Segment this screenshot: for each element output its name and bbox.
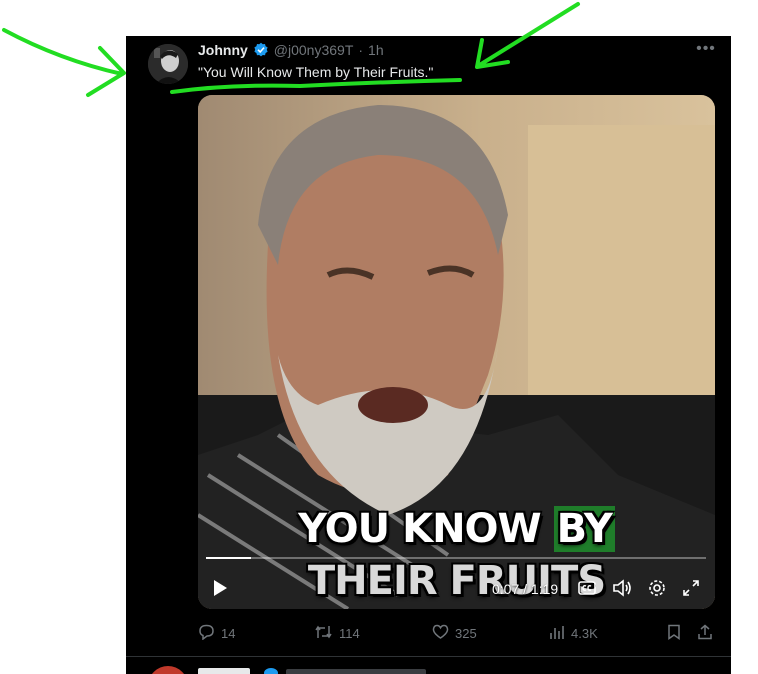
like-button[interactable]: 325 bbox=[432, 624, 477, 643]
reply-button[interactable]: 14 bbox=[198, 624, 235, 643]
play-icon[interactable] bbox=[212, 579, 228, 600]
bookmark-button[interactable] bbox=[667, 624, 681, 643]
views-count: 4.3K bbox=[571, 626, 598, 641]
share-icon bbox=[697, 624, 713, 643]
views-icon bbox=[549, 624, 565, 643]
annotation-arrow-left bbox=[2, 28, 126, 97]
timestamp[interactable]: 1h bbox=[368, 42, 384, 58]
views-button[interactable]: 4.3K bbox=[549, 624, 598, 643]
like-icon bbox=[432, 624, 449, 643]
author-name[interactable]: Johnny bbox=[198, 42, 248, 58]
tweet-header: Johnny @j00ny369T · 1h bbox=[198, 41, 384, 59]
fullscreen-icon[interactable] bbox=[682, 579, 700, 600]
repost-count: 114 bbox=[339, 626, 360, 641]
video-player[interactable]: YOU KNOW BY THEIR FRUITS 0:07 / 1:19 bbox=[198, 95, 715, 609]
video-time: 0:07 / 1:19 bbox=[492, 581, 559, 597]
repost-button[interactable]: 114 bbox=[314, 624, 360, 643]
video-caption-line1: YOU KNOW BY bbox=[198, 506, 715, 552]
reply-icon bbox=[198, 624, 215, 643]
author-handle-placeholder bbox=[286, 669, 426, 674]
video-progress-fill bbox=[206, 557, 251, 559]
reply-count: 14 bbox=[221, 626, 236, 641]
closed-captions-icon[interactable] bbox=[578, 581, 596, 598]
verified-badge-icon bbox=[264, 668, 278, 674]
share-button[interactable] bbox=[697, 624, 713, 643]
tweet-divider bbox=[126, 656, 731, 657]
tweet-text: "You Will Know Them by Their Fruits." bbox=[198, 64, 434, 80]
author-name-placeholder bbox=[198, 668, 250, 674]
caption-highlight: BY bbox=[553, 506, 615, 552]
tweet-actions: 14 114 325 4.3K bbox=[0, 624, 758, 644]
avatar[interactable] bbox=[148, 666, 188, 674]
next-tweet-preview[interactable] bbox=[126, 660, 731, 674]
video-progress-bar[interactable] bbox=[206, 557, 706, 559]
author-handle[interactable]: @j00ny369T bbox=[274, 42, 354, 58]
volume-icon[interactable] bbox=[612, 579, 632, 600]
caption-text: YOU KNOW bbox=[298, 506, 554, 552]
more-icon[interactable]: ••• bbox=[696, 40, 716, 60]
bookmark-icon bbox=[667, 624, 681, 643]
settings-icon[interactable] bbox=[648, 579, 666, 600]
like-count: 325 bbox=[455, 626, 477, 641]
separator-dot: · bbox=[358, 42, 364, 58]
avatar[interactable] bbox=[148, 44, 188, 84]
video-controls: 0:07 / 1:19 bbox=[198, 573, 715, 603]
verified-badge-icon bbox=[253, 42, 269, 58]
repost-icon bbox=[314, 624, 333, 643]
